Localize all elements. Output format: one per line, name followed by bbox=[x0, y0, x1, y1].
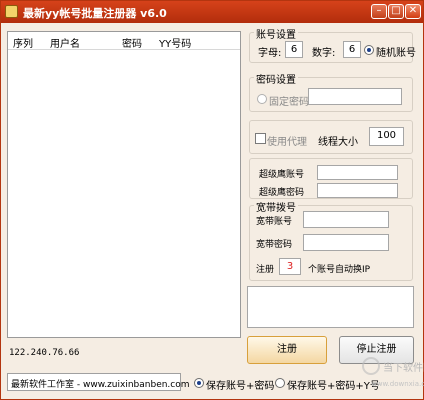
super-password-label: 超级鹰密码 bbox=[259, 188, 305, 198]
broadband-password-input[interactable] bbox=[303, 234, 389, 251]
save-account-password-label[interactable]: 保存账号+密码 bbox=[206, 377, 274, 392]
broadband-group: 宽带拨号 宽带账号 宽带密码 注册 3 个账号自动换IP bbox=[249, 199, 413, 281]
register-count-input[interactable]: 3 bbox=[279, 258, 301, 275]
save-account-password-yy-radio[interactable] bbox=[275, 378, 285, 388]
app-icon bbox=[5, 5, 18, 18]
list-header: 序列 用户名 密码 YY号码 bbox=[8, 32, 240, 50]
watermark-url: www.downxia.com bbox=[371, 380, 424, 388]
column-header-username[interactable]: 用户名 bbox=[50, 35, 80, 50]
digits-input[interactable]: 6 bbox=[343, 41, 361, 58]
super-verify-group: 超级鹰账号 超级鹰密码 bbox=[249, 158, 413, 199]
save-account-password-yy-label[interactable]: 保存账号+密码+Y号 bbox=[287, 377, 380, 392]
random-account-radio[interactable] bbox=[364, 45, 374, 55]
broadband-account-label: 宽带账号 bbox=[256, 217, 293, 227]
super-account-input[interactable] bbox=[317, 165, 398, 180]
digits-label: 数字: bbox=[312, 48, 336, 59]
broadband-password-label: 宽带密码 bbox=[256, 240, 293, 250]
register-suffix-label: 个账号自动换IP bbox=[308, 265, 371, 275]
column-header-index[interactable]: 序列 bbox=[13, 35, 33, 50]
watermark-text: 当下软件园 bbox=[383, 363, 424, 374]
column-header-password[interactable]: 密码 bbox=[122, 35, 142, 50]
proxy-settings-group: 使用代理 线程大小 100 bbox=[249, 120, 413, 154]
broadband-title: 宽带拨号 bbox=[254, 199, 298, 214]
letters-input[interactable]: 6 bbox=[285, 41, 303, 58]
status-panel: 最新软件工作室 - www.zuixinbanben.com bbox=[7, 373, 190, 391]
letters-label: 字母: bbox=[258, 48, 282, 59]
register-prefix-label: 注册 bbox=[256, 265, 275, 275]
broadband-account-input[interactable] bbox=[303, 211, 389, 228]
threads-label: 线程大小 bbox=[318, 137, 358, 148]
close-button[interactable]: ✕ bbox=[405, 4, 421, 19]
ip-address-label: 122.240.76.66 bbox=[9, 348, 80, 358]
column-header-yy-number[interactable]: YY号码 bbox=[159, 35, 191, 50]
password-settings-group: 密码设置 固定密码 bbox=[249, 71, 413, 112]
account-settings-group: 账号设置 字母: 6 数字: 6 随机账号 bbox=[249, 26, 416, 63]
watermark-logo bbox=[362, 357, 380, 375]
use-proxy-label[interactable]: 使用代理 bbox=[267, 133, 307, 148]
window-title: 最新yy帐号批量注册器 v6.0 bbox=[23, 7, 167, 20]
super-account-label: 超级鹰账号 bbox=[259, 170, 305, 180]
maximize-button[interactable]: □ bbox=[388, 4, 404, 19]
register-button[interactable]: 注册 bbox=[247, 336, 327, 364]
title-bar[interactable]: 最新yy帐号批量注册器 v6.0 – □ ✕ bbox=[1, 1, 423, 23]
fixed-password-label[interactable]: 固定密码 bbox=[269, 93, 309, 108]
studio-label: 最新软件工作室 - www.zuixinbanben.com bbox=[11, 380, 190, 390]
app-window: 最新yy帐号批量注册器 v6.0 – □ ✕ 序列 用户名 密码 YY号码 12… bbox=[0, 0, 424, 400]
threads-input[interactable]: 100 bbox=[369, 127, 404, 146]
minimize-button[interactable]: – bbox=[371, 4, 387, 19]
password-settings-title: 密码设置 bbox=[254, 71, 298, 86]
fixed-password-input[interactable] bbox=[308, 88, 402, 105]
super-password-input[interactable] bbox=[317, 183, 398, 198]
fixed-password-radio[interactable] bbox=[257, 94, 267, 104]
use-proxy-checkbox[interactable] bbox=[255, 133, 266, 144]
accounts-list[interactable]: 序列 用户名 密码 YY号码 bbox=[7, 31, 241, 338]
log-output[interactable] bbox=[247, 286, 414, 328]
save-account-password-radio[interactable] bbox=[194, 378, 204, 388]
random-account-label[interactable]: 随机账号 bbox=[376, 44, 416, 59]
account-settings-title: 账号设置 bbox=[254, 26, 298, 41]
